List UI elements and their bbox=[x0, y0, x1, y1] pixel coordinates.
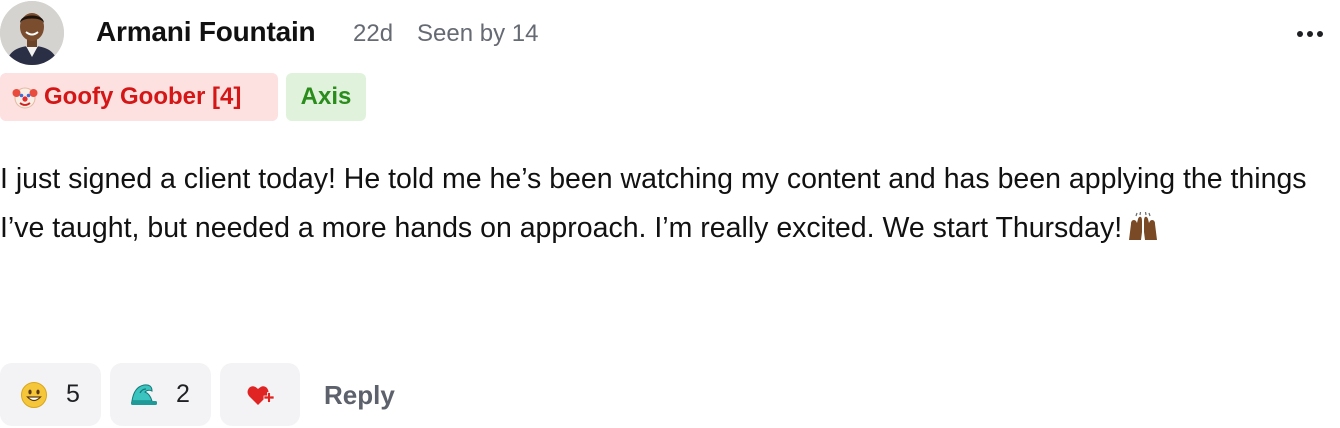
more-options-icon-dot bbox=[1307, 31, 1313, 37]
wave-icon bbox=[130, 381, 158, 409]
seen-by-count[interactable]: Seen by 14 bbox=[417, 18, 538, 50]
grinning-face-icon bbox=[20, 381, 48, 409]
post-body: I just signed a client today! He told me… bbox=[0, 155, 1330, 253]
reaction-grinning-face[interactable]: 5 bbox=[0, 363, 101, 426]
badge-goofy-goober[interactable]: Goofy Goober [4] bbox=[0, 73, 278, 121]
add-reaction-button[interactable] bbox=[220, 363, 300, 426]
reaction-count: 2 bbox=[176, 380, 190, 408]
more-options-icon bbox=[1297, 31, 1303, 37]
heart-plus-icon bbox=[246, 381, 275, 409]
author-name[interactable]: Armani Fountain bbox=[96, 14, 316, 50]
avatar[interactable] bbox=[0, 1, 64, 65]
badge-label: Goofy Goober [4] bbox=[44, 83, 242, 110]
badge-label: Axis bbox=[300, 83, 352, 110]
clown-face-icon bbox=[12, 84, 38, 110]
post-age: 22d bbox=[353, 20, 394, 47]
raised-hands-icon bbox=[1126, 209, 1160, 240]
badge-axis[interactable]: Axis bbox=[286, 73, 366, 121]
reply-button[interactable]: Reply bbox=[324, 378, 395, 412]
post-body-text: I just signed a client today! He told me… bbox=[0, 163, 1307, 244]
reaction-wave[interactable]: 2 bbox=[110, 363, 211, 426]
reaction-count: 5 bbox=[66, 380, 80, 408]
more-options-button[interactable] bbox=[1292, 20, 1328, 48]
more-options-icon-dot bbox=[1317, 31, 1323, 37]
